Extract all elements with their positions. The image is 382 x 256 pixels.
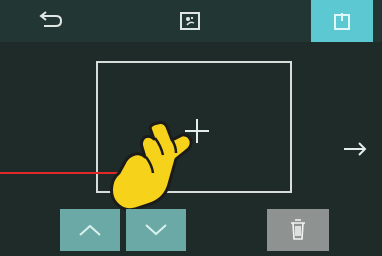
move-up-button[interactable]: [60, 209, 120, 251]
chevron-up-icon: [79, 224, 101, 236]
chevron-down-icon: [145, 224, 167, 236]
delete-button[interactable]: [267, 209, 329, 251]
right-arrow-icon[interactable]: [340, 137, 370, 161]
tap-hand-icon: [110, 121, 193, 212]
back-arrow-icon: [39, 11, 63, 27]
top-bar: [0, 0, 382, 42]
zone-setup-screen: [0, 0, 382, 256]
power-button[interactable]: [311, 0, 373, 42]
trash-icon: [291, 219, 305, 240]
move-down-button[interactable]: [126, 209, 186, 251]
zone-mode-indicator: [160, 0, 220, 42]
zone-mode-icon: [180, 12, 200, 30]
power-icon: [334, 13, 350, 30]
back-button[interactable]: [18, 0, 80, 42]
